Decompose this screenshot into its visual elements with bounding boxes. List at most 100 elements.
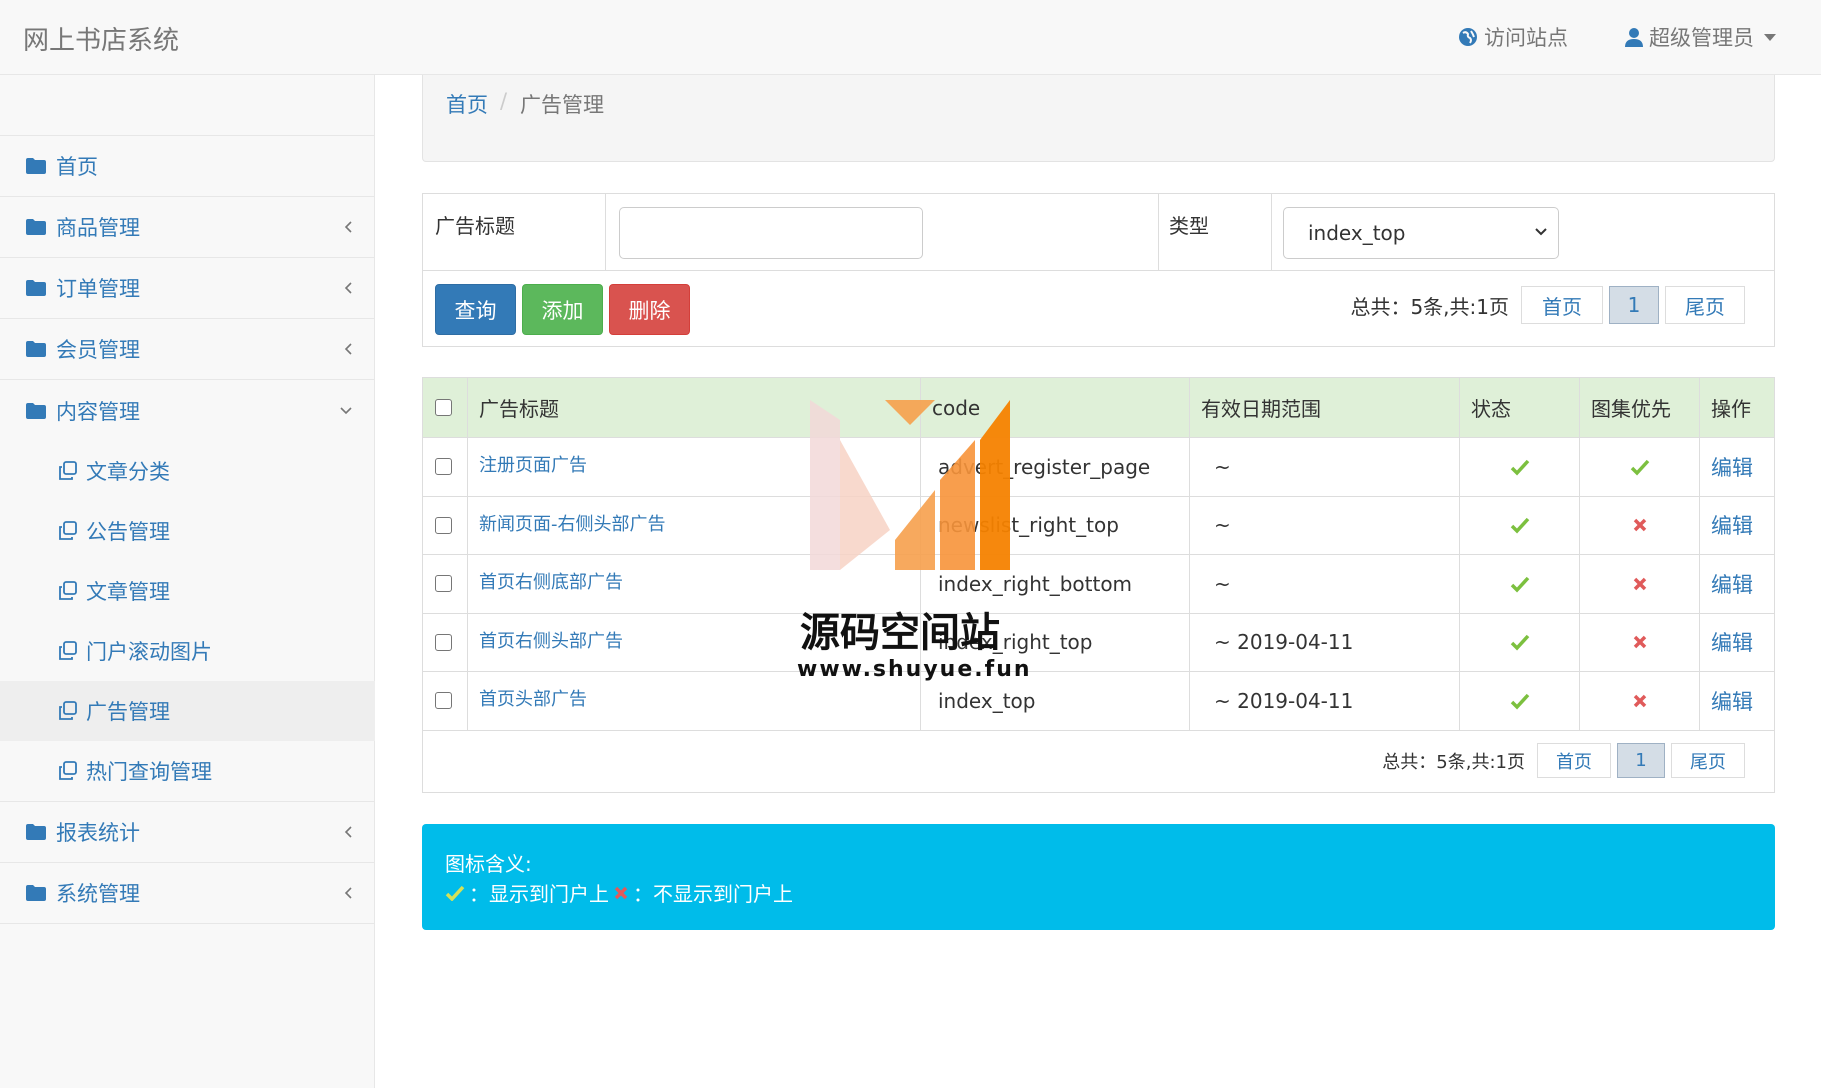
top-navbar: 网上书店系统 访问站点 超级管理员: [0, 0, 1821, 75]
brand-title[interactable]: 网上书店系统: [23, 20, 179, 57]
table-row: 首页右侧底部广告 index_right_bottom ~ 编辑: [423, 555, 1774, 614]
chevron-left-icon: [344, 343, 352, 355]
pager-page-1[interactable]: 1: [1617, 743, 1665, 778]
advert-code: index_top: [938, 688, 1036, 713]
copy-icon: [59, 581, 77, 600]
check-icon: [1510, 459, 1529, 476]
add-button[interactable]: 添加: [522, 284, 603, 335]
pager-last-button[interactable]: 尾页: [1671, 743, 1745, 778]
visit-site-link[interactable]: 访问站点: [1458, 22, 1568, 52]
row-checkbox[interactable]: [435, 575, 452, 593]
check-icon: [1510, 693, 1529, 710]
breadcrumb-separator: /: [500, 89, 508, 113]
pager-total: 总共：5条,共:1页: [1350, 294, 1509, 319]
folder-icon: [26, 402, 46, 419]
sidebar-item-system[interactable]: 系统管理: [0, 863, 375, 924]
advert-date-range: ~ 2019-04-11: [1214, 630, 1354, 655]
sidebar-sub-article[interactable]: 文章管理: [0, 561, 375, 621]
type-select[interactable]: index_top: [1283, 207, 1559, 259]
sidebar-sub-notice[interactable]: 公告管理: [0, 501, 375, 561]
breadcrumb-home-link[interactable]: 首页: [446, 89, 488, 119]
sidebar-item-label: 会员管理: [56, 338, 140, 362]
query-button[interactable]: 查询: [435, 284, 516, 335]
sidebar-item-home[interactable]: 首页: [0, 136, 375, 197]
row-checkbox[interactable]: [435, 692, 452, 710]
status-cell: [1459, 496, 1579, 554]
pager-page-1[interactable]: 1: [1609, 286, 1659, 324]
sidebar-item-label: 系统管理: [56, 882, 140, 906]
row-checkbox[interactable]: [435, 633, 452, 651]
breadcrumb: 首页 / 广告管理: [422, 75, 1775, 162]
sidebar-item-reports[interactable]: 报表统计: [0, 802, 375, 863]
chevron-left-icon: [344, 221, 352, 233]
pager-first-button[interactable]: 首页: [1537, 743, 1611, 778]
gallery-cell: [1579, 438, 1699, 496]
table-row: 新闻页面-右侧头部广告 newslist_right_top ~ 编辑: [423, 496, 1774, 555]
icon-legend-box: 图标含义: ：显示到门户上 ：不显示到门户上: [422, 824, 1775, 930]
copy-icon: [59, 461, 77, 480]
cross-icon: [614, 886, 628, 899]
advert-date-range: ~: [1214, 454, 1231, 479]
edit-link[interactable]: 编辑: [1700, 452, 1753, 482]
advert-table: 广告标题 code 有效日期范围 状态 图集优先 操作 注册页面广告 advert…: [422, 377, 1775, 793]
pager-last-button[interactable]: 尾页: [1665, 286, 1745, 324]
cross-icon: [1633, 577, 1646, 590]
advert-title-link[interactable]: 新闻页面-右侧头部广告: [468, 510, 666, 536]
user-menu[interactable]: 超级管理员: [1625, 22, 1776, 52]
advert-title-link[interactable]: 注册页面广告: [468, 451, 587, 477]
chevron-left-icon: [344, 282, 352, 294]
sidebar-item-label: 商品管理: [56, 216, 140, 240]
advert-title-link[interactable]: 首页头部广告: [468, 685, 587, 711]
row-checkbox[interactable]: [435, 516, 452, 534]
sidebar-item-members[interactable]: 会员管理: [0, 319, 375, 380]
edit-link[interactable]: 编辑: [1700, 627, 1753, 657]
status-cell: [1459, 613, 1579, 671]
edit-link[interactable]: 编辑: [1700, 569, 1753, 599]
select-all-checkbox[interactable]: [435, 399, 452, 416]
check-icon: [445, 885, 465, 901]
folder-icon: [26, 280, 46, 296]
sidebar-item-content[interactable]: 内容管理: [0, 380, 375, 441]
check-icon: [1630, 459, 1649, 476]
sidebar-sub-advert[interactable]: 广告管理: [0, 681, 375, 741]
advert-title-link[interactable]: 首页右侧底部广告: [468, 568, 623, 594]
advert-code: advert_register_page: [938, 454, 1151, 479]
sidebar-sub-label: 文章管理: [86, 580, 170, 604]
watermark-url: www.shuyue.fun: [797, 657, 1032, 682]
sidebar-sub-label: 文章分类: [86, 460, 170, 484]
folder-icon: [26, 219, 46, 235]
header-title: 广告标题: [479, 397, 559, 421]
check-icon: [1510, 576, 1529, 593]
status-cell: [1459, 672, 1579, 730]
title-input[interactable]: [619, 207, 923, 259]
folder-icon: [26, 341, 46, 357]
folder-icon: [26, 824, 46, 840]
content-submenu: 文章分类 公告管理 文章管理 门户滚动图片 广告管理 热门查询管理: [0, 441, 375, 802]
copy-icon: [59, 701, 77, 720]
sidebar-sub-carousel[interactable]: 门户滚动图片: [0, 621, 375, 681]
header-date: 有效日期范围: [1201, 397, 1321, 421]
table-row: 注册页面广告 advert_register_page ~ 编辑: [423, 438, 1774, 497]
advert-code: newslist_right_top: [938, 513, 1119, 538]
delete-button[interactable]: 删除: [609, 284, 690, 335]
sidebar-sub-hot-query[interactable]: 热门查询管理: [0, 741, 375, 801]
table-row: 首页右侧头部广告 index_right_top ~ 2019-04-11 编辑: [423, 613, 1774, 672]
copy-icon: [59, 521, 77, 540]
pager-first-button[interactable]: 首页: [1521, 286, 1603, 324]
sidebar-sub-article-category[interactable]: 文章分类: [0, 441, 375, 501]
user-label: 超级管理员: [1649, 26, 1754, 50]
title-label: 广告标题: [435, 214, 515, 238]
row-checkbox[interactable]: [435, 458, 452, 476]
folder-icon: [26, 885, 46, 901]
sidebar-item-label: 报表统计: [56, 821, 140, 845]
sidebar-item-orders[interactable]: 订单管理: [0, 258, 375, 319]
legend-title: 图标含义:: [445, 852, 532, 876]
edit-link[interactable]: 编辑: [1700, 510, 1753, 540]
edit-link[interactable]: 编辑: [1700, 686, 1753, 716]
copy-icon: [59, 761, 77, 780]
advert-title-link[interactable]: 首页右侧头部广告: [468, 627, 623, 653]
chevron-left-icon: [344, 826, 352, 838]
sidebar-item-products[interactable]: 商品管理: [0, 197, 375, 258]
pager-bottom: 总共：5条,共:1页 首页 1 尾页: [1382, 743, 1745, 778]
legend-yes-text: ：显示到门户上: [469, 882, 609, 906]
